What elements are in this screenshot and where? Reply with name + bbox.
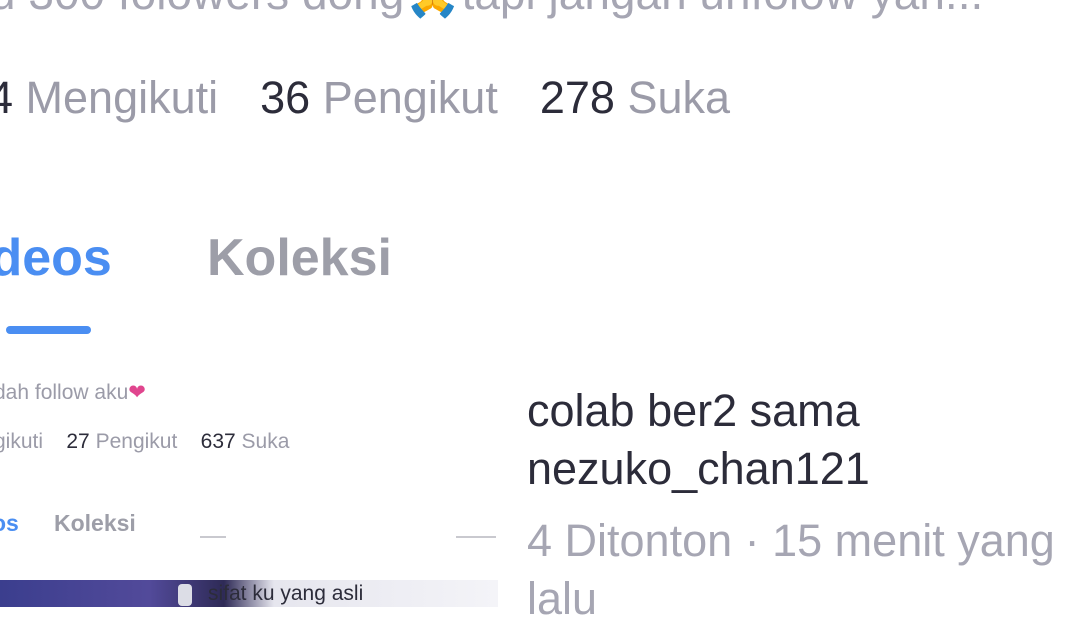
video-thumbnail[interactable]: dah follow aku❤ gikuti 27 Pengikut 637 S…: [0, 358, 498, 607]
thumbnail-bio: dah follow aku❤: [0, 380, 146, 405]
thumbnail-stats: gikuti 27 Pengikut 637 Suka: [0, 430, 289, 454]
profile-stats: 4 Mengikuti 36 Pengikut 278 Suka: [0, 72, 730, 124]
lock-icon: [178, 584, 192, 606]
following-stat[interactable]: 4 Mengikuti: [0, 72, 218, 123]
profile-bio: u 300 folowers dong🙏tapi jangan unfolow …: [0, 0, 983, 21]
thumbnail-tab-videos: os: [0, 510, 19, 536]
followers-label: Pengikut: [322, 72, 498, 123]
followers-count: 36: [260, 72, 311, 123]
thumbnail-likes-count: 637: [200, 430, 236, 453]
thumbnail-bio-text: dah follow aku: [0, 381, 129, 404]
divider: [456, 536, 496, 538]
thumbnail-followers-label: Pengikut: [95, 430, 178, 453]
video-title[interactable]: colab ber2 sama nezuko_chan121: [527, 382, 1080, 498]
thumbnail-following-label: gikuti: [0, 430, 44, 453]
likes-stat: 278 Suka: [540, 72, 730, 123]
likes-label: Suka: [627, 72, 731, 123]
following-count: 4: [0, 72, 14, 123]
thumbnail-likes-label: Suka: [241, 430, 290, 453]
video-meta: 4 Ditonton · 15 menit yang lalu: [527, 515, 1055, 624]
thumbnail-followers-count: 27: [66, 430, 90, 453]
following-label: Mengikuti: [25, 72, 219, 123]
tab-videos[interactable]: ideos: [0, 228, 112, 288]
tab-koleksi[interactable]: Koleksi: [207, 228, 392, 288]
active-tab-indicator: [6, 326, 91, 334]
thumbnail-divider: [200, 536, 226, 538]
heart-icon: ❤: [128, 381, 146, 404]
thumbnail-tab-koleksi: Koleksi: [54, 510, 136, 536]
likes-count: 278: [539, 72, 615, 123]
thumbnail-video-caption: sifat ku yang asli: [208, 582, 364, 605]
followers-stat[interactable]: 36 Pengikut: [260, 72, 498, 123]
